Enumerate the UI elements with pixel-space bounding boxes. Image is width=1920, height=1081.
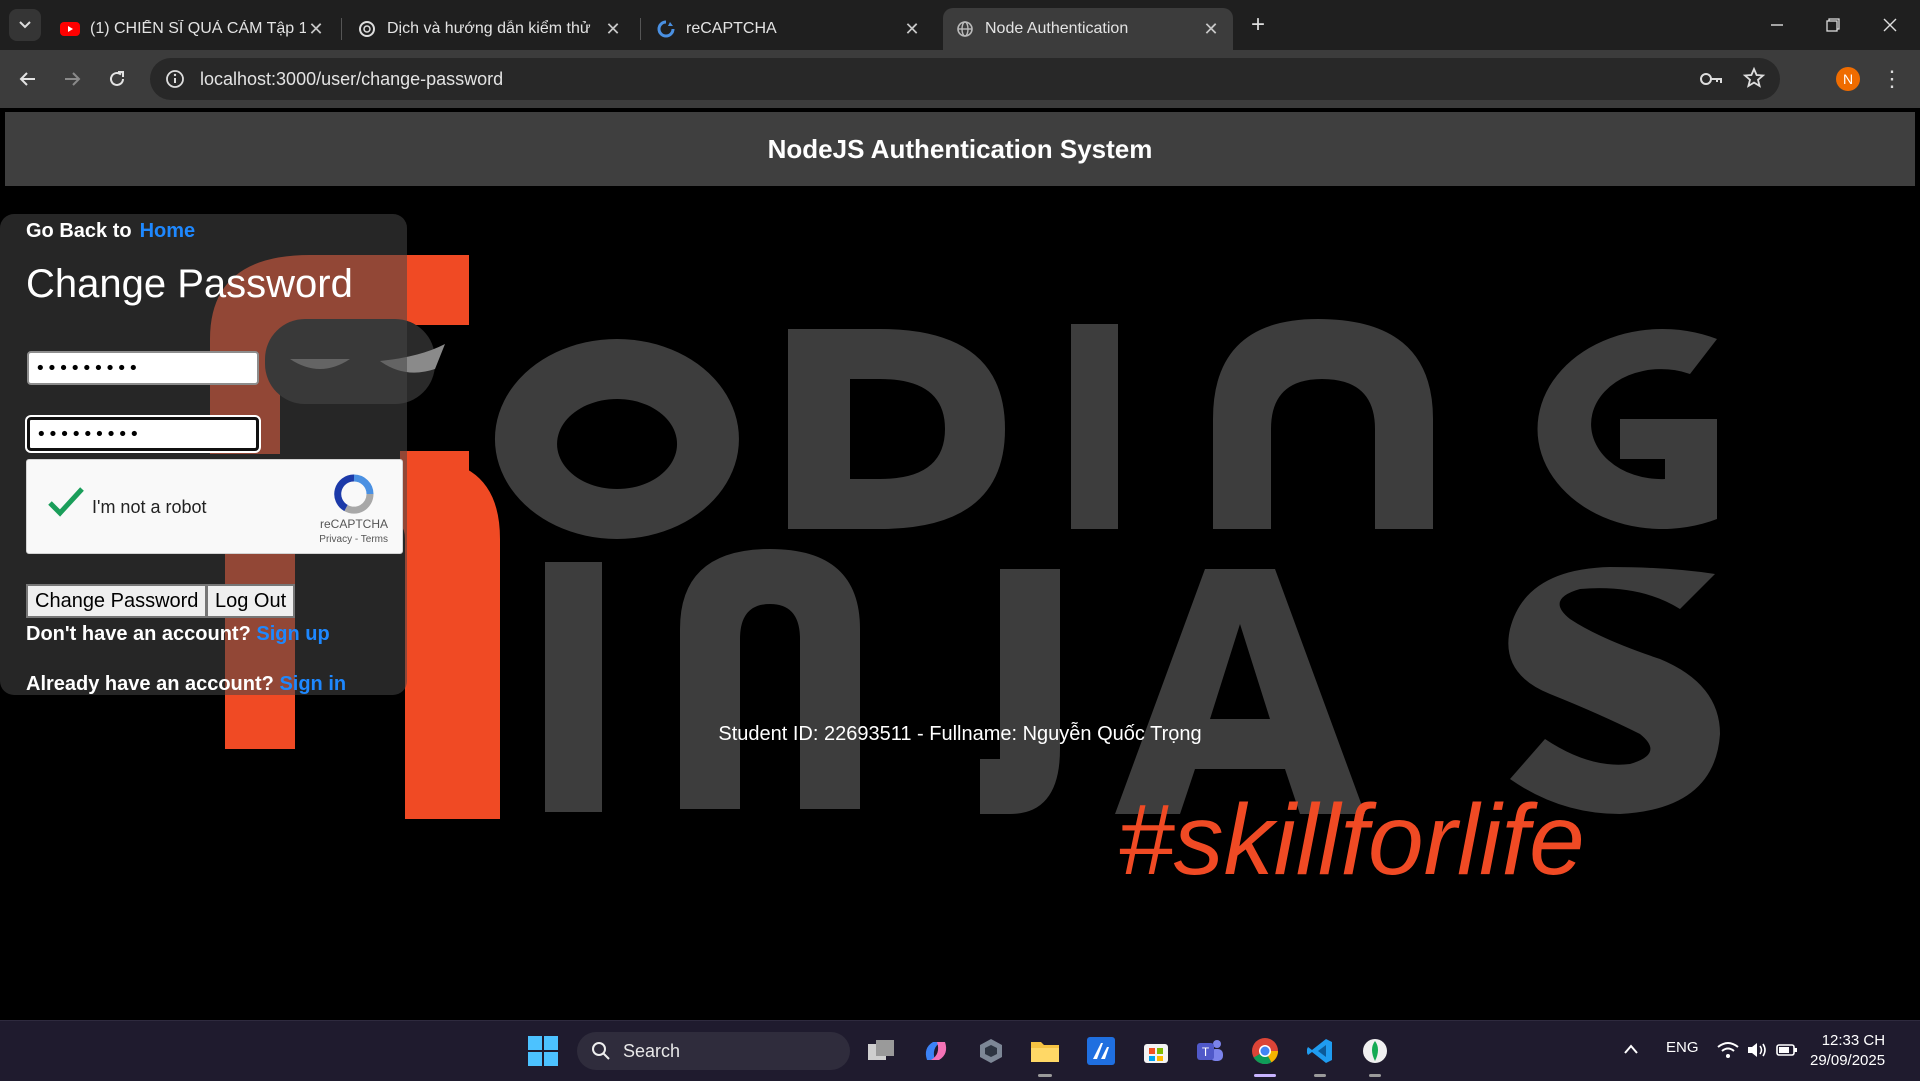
signin-prompt-text: Already have an account? [26, 673, 274, 695]
go-back-label: Go Back to [26, 220, 132, 242]
confirm-password-field[interactable]: ••••••••• [27, 417, 259, 451]
close-icon[interactable]: ✕ [902, 19, 922, 39]
running-indicator [1038, 1074, 1052, 1077]
task-view-icon[interactable] [864, 1034, 898, 1068]
tab-title: Node Authentication [985, 20, 1129, 37]
close-icon[interactable]: ✕ [306, 19, 326, 39]
windows-taskbar: Search T ENG 12:33 CH 29/09/2025 [0, 1020, 1920, 1081]
minimize-icon [1771, 24, 1783, 26]
running-indicator [1314, 1074, 1326, 1077]
captcha-privacy-terms[interactable]: Privacy - Terms [319, 534, 388, 545]
vscode-icon[interactable] [1303, 1034, 1337, 1068]
browser-tab-strip: (1) CHIẾN SĨ QUẢ CẢM Tập 10 | ✕ Dịch và … [0, 0, 1920, 50]
windows-start-icon[interactable] [528, 1036, 558, 1066]
captcha-brand: reCAPTCHA [319, 517, 388, 531]
file-explorer-icon[interactable] [1028, 1034, 1062, 1068]
info-icon[interactable] [164, 68, 186, 90]
close-icon [1883, 18, 1897, 32]
bookmark-star-icon[interactable] [1742, 66, 1766, 90]
arrow-right-icon [65, 72, 81, 86]
captcha-label: I'm not a robot [92, 497, 207, 517]
copilot-icon[interactable] [919, 1034, 953, 1068]
clock-date: 29/09/2025 [1810, 1052, 1886, 1069]
tab-node-authentication[interactable]: Node Authentication ✕ [943, 8, 1233, 50]
taskbar-search[interactable]: Search [577, 1032, 850, 1070]
wifi-icon[interactable] [1717, 1041, 1739, 1059]
browser-toolbar: localhost:3000/user/change-password N ⋮ [0, 50, 1920, 108]
close-window-button[interactable] [1870, 8, 1910, 42]
back-button[interactable] [12, 63, 44, 95]
system-clock[interactable]: 12:33 CH 29/09/2025 [1810, 1031, 1885, 1071]
svg-text:T: T [1202, 1045, 1210, 1059]
tab-youtube[interactable]: (1) CHIẾN SĨ QUẢ CẢM Tập 10 | ✕ [48, 8, 338, 50]
tab-search-button[interactable] [9, 9, 41, 41]
volume-icon[interactable] [1746, 1041, 1768, 1059]
profile-avatar[interactable]: N [1836, 67, 1860, 91]
chevron-down-icon [19, 21, 31, 29]
tab-divider [640, 18, 641, 40]
app-hexagon-icon[interactable] [974, 1034, 1008, 1068]
tab-recaptcha[interactable]: reCAPTCHA ✕ [644, 8, 934, 50]
close-icon[interactable]: ✕ [1201, 19, 1221, 39]
search-label: Search [623, 1040, 681, 1061]
password-key-icon[interactable] [1698, 66, 1724, 92]
app-blue-icon[interactable] [1084, 1034, 1118, 1068]
new-password-field[interactable]: ••••••••• [27, 351, 259, 385]
chatgpt-icon [357, 19, 377, 39]
change-password-card: Go Back to Home Change Password •••••••••… [0, 214, 407, 695]
recaptcha-widget: I'm not a robot reCAPTCHA Privacy - Term… [26, 459, 403, 554]
youtube-icon [60, 19, 80, 39]
more-menu-icon[interactable]: ⋮ [1880, 63, 1904, 95]
search-icon [592, 1042, 610, 1060]
running-indicator [1369, 1074, 1381, 1077]
tab-title: reCAPTCHA [686, 20, 777, 37]
tab-title: (1) CHIẾN SĨ QUẢ CẢM Tập 10 | [90, 20, 306, 37]
close-icon[interactable]: ✕ [603, 19, 623, 39]
restore-button[interactable] [1813, 8, 1853, 42]
mongodb-compass-icon[interactable] [1358, 1034, 1392, 1068]
tab-chatgpt[interactable]: Dịch và hướng dẫn kiểm thử ✕ [345, 8, 635, 50]
signup-link[interactable]: Sign up [256, 623, 329, 645]
form-title: Change Password [26, 262, 353, 306]
teams-icon[interactable]: T [1193, 1034, 1227, 1068]
student-info: Student ID: 22693511 - Fullname: Nguyễn … [718, 723, 1202, 745]
checkmark-icon[interactable] [47, 486, 85, 518]
arrow-left-icon [19, 72, 35, 86]
minimize-button[interactable] [1757, 8, 1797, 42]
forward-button[interactable] [56, 63, 88, 95]
clock-time: 12:33 CH [1821, 1032, 1886, 1049]
page-body: #skillforlife Go Back to Home Change Pass… [0, 189, 1920, 1020]
url-text: localhost:3000/user/change-password [200, 68, 504, 89]
chrome-icon[interactable] [1248, 1034, 1282, 1068]
active-indicator [1254, 1074, 1276, 1077]
restore-icon [1826, 18, 1840, 32]
signin-link[interactable]: Sign in [279, 673, 346, 695]
background-tagline: #skillforlife [1118, 784, 1585, 896]
globe-icon [955, 19, 975, 39]
site-title: NodeJS Authentication System [767, 133, 1153, 164]
language-indicator[interactable]: ENG [1666, 1039, 1699, 1056]
reload-button[interactable] [101, 63, 133, 95]
recaptcha-icon [656, 19, 676, 39]
change-password-button[interactable]: Change Password [26, 584, 208, 618]
site-header: NodeJS Authentication System [5, 112, 1915, 186]
microsoft-store-icon[interactable] [1139, 1034, 1173, 1068]
tab-title: Dịch và hướng dẫn kiểm thử [387, 20, 591, 37]
signup-prompt-text: Don't have an account? [26, 623, 251, 645]
chevron-up-icon[interactable] [1623, 1043, 1639, 1055]
logout-button[interactable]: Log Out [206, 584, 296, 618]
signin-prompt: Already have an account? Sign in [26, 673, 346, 696]
signup-prompt: Don't have an account? Sign up [26, 623, 330, 646]
address-bar[interactable]: localhost:3000/user/change-password [150, 58, 1780, 100]
new-tab-button[interactable]: + [1245, 11, 1271, 38]
go-back-row: Go Back to Home [26, 220, 195, 243]
reload-icon [110, 71, 124, 86]
tab-divider [341, 18, 342, 40]
battery-icon[interactable] [1776, 1042, 1798, 1058]
home-link[interactable]: Home [140, 220, 196, 242]
recaptcha-logo-icon [334, 474, 374, 514]
